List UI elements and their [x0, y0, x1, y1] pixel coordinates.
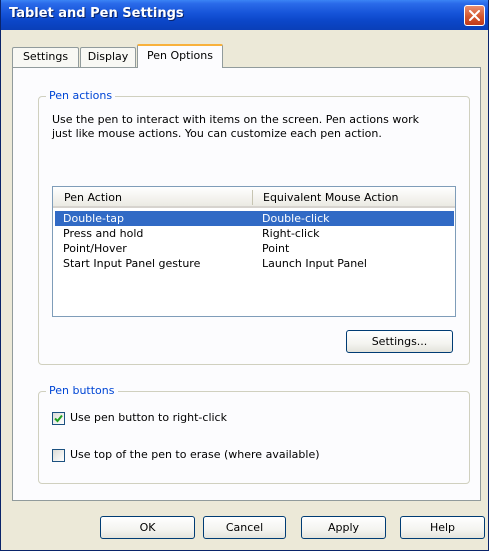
- tab-label: Display: [87, 50, 129, 63]
- tab-settings[interactable]: Settings: [12, 47, 79, 67]
- pen-actions-legend: Pen actions: [46, 89, 116, 102]
- apply-button[interactable]: Apply: [301, 516, 386, 539]
- description-line: just like mouse actions. You can customi…: [52, 127, 382, 140]
- button-label: OK: [139, 521, 156, 534]
- button-label: Settings...: [371, 335, 428, 348]
- mouse-action-cell: Point: [262, 242, 290, 255]
- pen-action-cell: Press and hold: [63, 227, 144, 240]
- pen-action-cell: Double-tap: [63, 212, 124, 225]
- right-click-checkbox-label[interactable]: Use pen button to right-click: [70, 411, 227, 424]
- list-item[interactable]: Press and hold Right-click: [55, 226, 454, 241]
- pen-action-cell: Point/Hover: [63, 242, 127, 255]
- mouse-action-cell: Double-click: [262, 212, 330, 225]
- erase-checkbox-label[interactable]: Use top of the pen to erase (where avail…: [70, 448, 320, 461]
- column-header-mouse-action[interactable]: Equivalent Mouse Action: [263, 191, 398, 204]
- pen-actions-description: Use the pen to interact with items on th…: [52, 113, 419, 141]
- close-icon: [469, 10, 480, 21]
- checkmark-icon: [54, 414, 63, 423]
- close-button[interactable]: [464, 5, 485, 26]
- list-item[interactable]: Start Input Panel gesture Launch Input P…: [55, 256, 454, 271]
- tab-display[interactable]: Display: [80, 47, 136, 67]
- right-click-checkbox[interactable]: [52, 412, 65, 425]
- title-bar[interactable]: Tablet and Pen Settings: [1, 0, 488, 30]
- erase-checkbox[interactable]: [52, 449, 65, 462]
- pen-buttons-legend: Pen buttons: [46, 384, 118, 397]
- mouse-action-cell: Launch Input Panel: [262, 257, 367, 270]
- button-label: Help: [429, 521, 456, 534]
- description-line: Use the pen to interact with items on th…: [52, 113, 419, 126]
- list-header: Pen Action Equivalent Mouse Action: [53, 187, 455, 208]
- pen-actions-list[interactable]: Pen Action Equivalent Mouse Action Doubl…: [52, 186, 456, 317]
- button-label: Apply: [327, 521, 360, 534]
- button-label: Cancel: [225, 521, 264, 534]
- tab-pen-options[interactable]: Pen Options: [137, 44, 223, 68]
- settings-button[interactable]: Settings...: [346, 330, 453, 353]
- ok-button[interactable]: OK: [100, 516, 195, 539]
- pen-action-cell: Start Input Panel gesture: [63, 257, 201, 270]
- list-item[interactable]: Point/Hover Point: [55, 241, 454, 256]
- tab-label: Pen Options: [147, 49, 213, 62]
- pen-buttons-group: [38, 391, 470, 484]
- window-title: Tablet and Pen Settings: [9, 6, 184, 21]
- cancel-button[interactable]: Cancel: [203, 516, 286, 539]
- column-header-pen-action[interactable]: Pen Action: [64, 191, 122, 204]
- dialog-window: Tablet and Pen Settings Settings Display…: [0, 0, 489, 551]
- tab-label: Settings: [22, 50, 69, 63]
- help-button[interactable]: Help: [400, 516, 485, 539]
- mouse-action-cell: Right-click: [262, 227, 320, 240]
- column-divider[interactable]: [252, 190, 253, 205]
- list-item[interactable]: Double-tap Double-click: [55, 211, 454, 226]
